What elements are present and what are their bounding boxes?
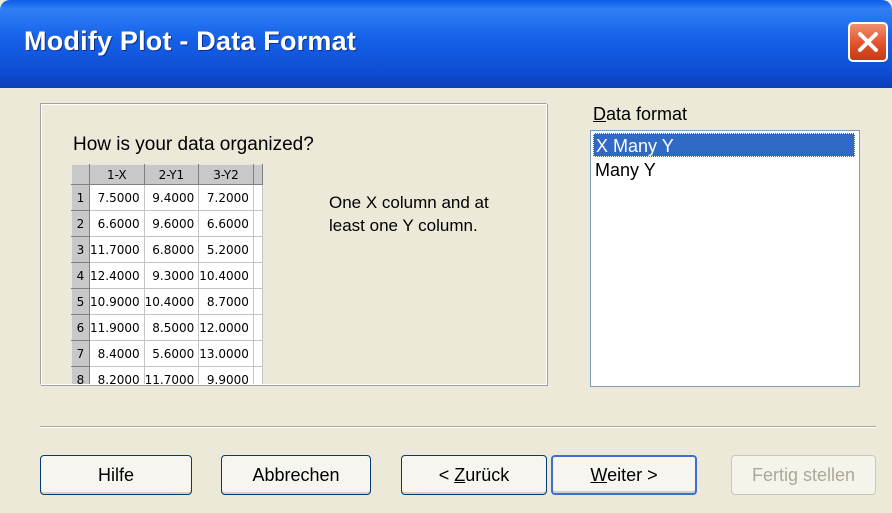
- table-cell: 5.2000: [198, 236, 254, 263]
- table-cell: 7.5000: [89, 184, 145, 211]
- table-cell: 12.0000: [198, 314, 254, 341]
- table-cell: 11.7000: [89, 236, 145, 263]
- table-cell: 6.6000: [198, 210, 254, 237]
- table-cell: 7.2000: [198, 184, 254, 211]
- table-cell: 12.4000: [89, 262, 145, 289]
- help-button[interactable]: Hilfe: [40, 455, 192, 495]
- window-title: Modify Plot - Data Format: [24, 26, 357, 56]
- table-cell: [253, 210, 263, 237]
- separator: [40, 426, 876, 428]
- table-row: 8 8.2000 11.7000 9.9000: [71, 366, 263, 384]
- table-cell: 8.7000: [198, 288, 254, 315]
- close-icon: [858, 32, 878, 52]
- table-cell: [253, 236, 263, 263]
- list-item-x-many-y[interactable]: X Many Y: [593, 133, 855, 157]
- row-number: 2: [71, 210, 90, 237]
- format-description: One X column and at least one Y column.: [329, 193, 489, 235]
- table-cell: 11.9000: [89, 314, 145, 341]
- back-button-key: Z: [454, 465, 466, 485]
- grid-header-row: 1-X 2-Y1 3-Y2: [71, 164, 263, 185]
- list-item-many-y[interactable]: Many Y: [593, 158, 855, 182]
- table-row: 5 10.9000 10.4000 8.7000: [71, 288, 263, 315]
- table-row: 7 8.4000 5.6000 13.0000: [71, 340, 263, 367]
- table-cell: [253, 366, 263, 384]
- data-format-label-rest: ata format: [606, 104, 688, 124]
- table-cell: [253, 340, 263, 367]
- dialog-body: How is your data organized? 1-X 2-Y1 3-Y…: [0, 88, 892, 513]
- table-cell: 8.2000: [89, 366, 145, 384]
- table-cell: 10.4000: [144, 288, 200, 315]
- data-format-label: Data format: [593, 104, 687, 125]
- back-button-prefix: <: [438, 465, 455, 485]
- question-label: How is your data organized?: [73, 134, 314, 155]
- table-cell: 9.3000: [144, 262, 200, 289]
- row-number: 1: [71, 184, 90, 211]
- row-number: 8: [71, 366, 90, 384]
- table-cell: 13.0000: [198, 340, 254, 367]
- cancel-button[interactable]: Abbrechen: [221, 455, 371, 495]
- table-row: 4 12.4000 9.3000 10.4000: [71, 262, 263, 289]
- sample-data-grid: 1-X 2-Y1 3-Y2 1 7.5000 9.4000 7.2000 2 6.6000…: [71, 164, 333, 384]
- row-number: 6: [71, 314, 90, 341]
- table-cell: [253, 262, 263, 289]
- table-cell: [253, 288, 263, 315]
- finish-button[interactable]: Fertig stellen: [731, 455, 876, 495]
- table-cell: 10.4000: [198, 262, 254, 289]
- back-button-rest: urück: [465, 465, 510, 485]
- column-header: 2-Y1: [143, 164, 200, 185]
- table-row: 3 11.7000 6.8000 5.2000: [71, 236, 263, 263]
- column-header: 1-X: [89, 164, 145, 185]
- row-number: 4: [71, 262, 90, 289]
- column-header: [252, 164, 263, 185]
- table-row: 6 11.9000 8.5000 12.0000: [71, 314, 263, 341]
- table-cell: 8.4000: [89, 340, 145, 367]
- table-cell: 10.9000: [89, 288, 145, 315]
- row-number: 7: [71, 340, 90, 367]
- table-cell: 8.5000: [144, 314, 200, 341]
- title-bar[interactable]: Modify Plot - Data Format: [0, 0, 892, 88]
- table-cell: 9.6000: [144, 210, 200, 237]
- data-format-label-key: D: [593, 104, 606, 124]
- table-cell: 9.4000: [144, 184, 200, 211]
- dialog-window: Modify Plot - Data Format How is your da…: [0, 0, 892, 513]
- table-cell: 11.7000: [144, 366, 200, 384]
- table-cell: [253, 314, 263, 341]
- grid-corner: [71, 164, 90, 185]
- row-number: 5: [71, 288, 90, 315]
- table-cell: 6.8000: [144, 236, 200, 263]
- data-preview-panel: How is your data organized? 1-X 2-Y1 3-Y…: [40, 103, 547, 385]
- next-button-rest: eiter >: [607, 465, 658, 485]
- table-cell: [253, 184, 263, 211]
- table-row: 2 6.6000 9.6000 6.6000: [71, 210, 263, 237]
- back-button[interactable]: < Zurück: [401, 455, 547, 495]
- next-button-key: W: [590, 465, 608, 485]
- table-cell: 6.6000: [89, 210, 145, 237]
- data-format-list[interactable]: X Many Y Many Y: [590, 130, 860, 387]
- row-number: 3: [71, 236, 90, 263]
- column-header: 3-Y2: [198, 164, 254, 185]
- close-button[interactable]: [848, 22, 888, 62]
- table-cell: 9.9000: [198, 366, 254, 384]
- next-button[interactable]: Weiter >: [551, 455, 697, 495]
- table-row: 1 7.5000 9.4000 7.2000: [71, 184, 263, 211]
- table-cell: 5.6000: [144, 340, 200, 367]
